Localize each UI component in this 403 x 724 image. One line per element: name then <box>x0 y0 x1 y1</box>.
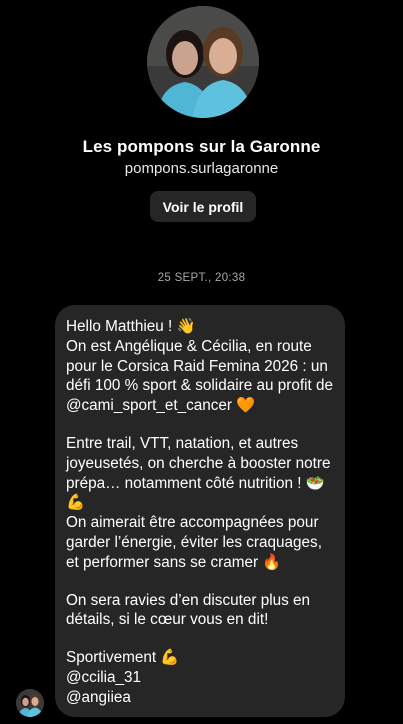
message-paragraph: Hello Matthieu ! 👋 On est Angélique & Cé… <box>66 318 334 415</box>
message-paragraph: On sera ravies d’en discuter plus en dét… <box>66 591 311 629</box>
message-timestamp: 25 SEPT., 20:38 <box>157 272 246 284</box>
view-profile-button[interactable]: Voir le profil <box>150 191 256 222</box>
message-paragraph: Sportivement 💪 @ccilia_31 @angiiea <box>66 649 180 706</box>
sender-avatar[interactable] <box>16 689 44 717</box>
message-paragraph: Entre trail, VTT, natation, et autres jo… <box>66 434 331 571</box>
message-bubble[interactable]: Hello Matthieu ! 👋 On est Angélique & Cé… <box>55 305 345 717</box>
profile-avatar[interactable] <box>147 6 259 118</box>
profile-name: Les pompons sur la Garonne <box>82 137 321 156</box>
profile-username: pompons.surlagaronne <box>124 160 279 177</box>
